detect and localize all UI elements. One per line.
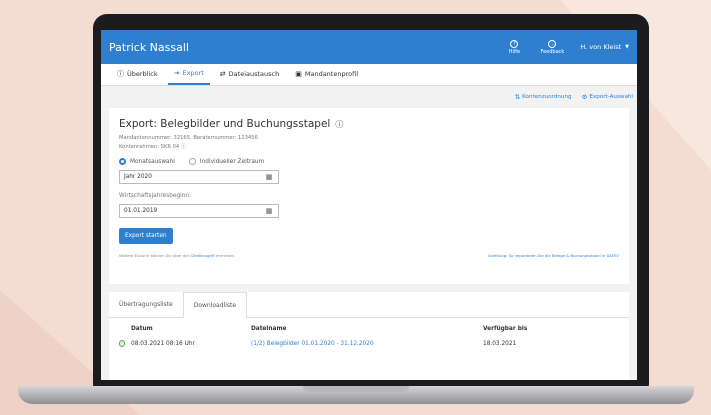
direktzugriff-link[interactable]: Direktzugriff	[191, 253, 215, 258]
top-bar: Patrick Nassall ? Hilfe … Feedback H. vo…	[101, 30, 637, 64]
export-arrow-icon: ⇥	[173, 69, 180, 77]
question-icon: ?	[510, 39, 519, 48]
export-start-button[interactable]: Export starten	[119, 228, 173, 244]
laptop-notch	[303, 386, 409, 392]
radio-selected-icon	[119, 158, 126, 165]
help-button[interactable]: ? Hilfe	[498, 39, 530, 55]
kontenrahmen-info-icon[interactable]: ⓘ	[181, 144, 186, 150]
card-footer: Weitere Exporte können Sie über den Dire…	[119, 253, 619, 258]
tab-label: Dateiaustausch	[228, 70, 280, 78]
mandant-info: Mandantennummer: 32165, Beraternummer: 1…	[119, 134, 619, 152]
speech-bubble-icon: …	[548, 39, 557, 48]
col-datum: Datum	[131, 326, 153, 332]
feedback-label: Feedback	[540, 48, 565, 55]
calendar-icon[interactable]: ▦	[260, 207, 278, 215]
info-circle-icon: ⓘ	[117, 70, 124, 78]
tab-ueberblick[interactable]: ⓘ Überblick	[111, 63, 164, 85]
mandant-line: Mandantennummer: 32165, Beraternummer: 1…	[119, 135, 258, 141]
info-icon[interactable]: ⓘ	[335, 119, 343, 130]
radio-label: Monatsauswahl	[130, 158, 175, 165]
anleitung-link[interactable]: Anleitung: So importieren Sie die Belege…	[488, 253, 619, 258]
caret-down-icon: ▼	[625, 44, 629, 50]
laptop-screen: Patrick Nassall ? Hilfe … Feedback H. vo…	[101, 30, 637, 380]
tab-downloadliste[interactable]: Downloadliste	[182, 292, 248, 318]
title-text: Export: Belegbilder und Buchungsstapel	[119, 118, 331, 130]
kontenzuordnung-link[interactable]: ⇅ Kontenzuordnung	[515, 93, 572, 101]
tab-uebertragungsliste[interactable]: Übertragungsliste	[109, 292, 183, 317]
page-title: Export: Belegbilder und Buchungsstapel ⓘ	[119, 118, 619, 130]
radio-unselected-icon	[188, 158, 196, 165]
check-circle-icon: ✓	[119, 340, 125, 347]
header-spacer	[119, 326, 131, 332]
download-panel: Übertragungsliste Downloadliste Datum Da…	[109, 292, 629, 380]
action-links: ⇅ Kontenzuordnung ⚙ Export-Auswahl	[101, 86, 637, 108]
exchange-arrows-icon: ⇄	[219, 70, 226, 78]
col-verfuegbar: Verfügbar bis	[483, 326, 528, 332]
footer-left: Weitere Exporte können Sie über den Dire…	[119, 253, 235, 258]
footer-left-prefix: Weitere Exporte können Sie über den	[119, 253, 190, 258]
row-status: ✓	[119, 340, 131, 347]
export-card: Export: Belegbilder und Buchungsstapel ⓘ…	[109, 108, 629, 284]
wj-label: Wirtschaftsjahresbeginn:	[119, 193, 192, 199]
user-menu[interactable]: H. von Kleist ▼	[580, 43, 629, 51]
tab-mandantenprofil[interactable]: ▣ Mandantenprofil	[289, 63, 364, 85]
kontenzuordnung-label: Kontenzuordnung	[522, 94, 572, 100]
radio-label: Individueller Zeitraum	[199, 158, 265, 165]
table-header: Datum Dateiname Verfügbar bis	[109, 326, 629, 332]
radio-monatsauswahl[interactable]: Monatsauswahl	[119, 158, 175, 165]
calendar-icon[interactable]: ▦	[260, 173, 278, 181]
tab-label: Export	[182, 69, 204, 77]
cell-verfuegbar: 18.03.2021	[483, 340, 517, 347]
export-auswahl-link[interactable]: ⚙ Export-Auswahl	[582, 93, 633, 101]
brand-name: Patrick Nassall	[109, 40, 189, 54]
tab-label: Überblick	[127, 70, 158, 78]
col-dateiname: Dateiname	[251, 326, 287, 332]
export-auswahl-label: Export-Auswahl	[589, 94, 633, 100]
kontenrahmen-text: Kontenrahmen: SKR 04	[119, 144, 180, 150]
wj-value: 01.01.2019	[124, 208, 158, 214]
period-radio-group: Monatsauswahl Individueller Zeitraum	[119, 158, 619, 165]
tab-label: Mandantenprofil	[304, 70, 358, 78]
feedback-button[interactable]: … Feedback	[536, 39, 568, 55]
main-tabs: ⓘ Überblick ⇥ Export ⇄ Dateiaustausch ▣ …	[101, 64, 637, 86]
year-value: Jahr 2020	[124, 174, 152, 180]
swap-icon: ⇅	[514, 93, 521, 101]
table-row: ✓ 08.03.2021 08:16 Uhr (1/2) Belegbilder…	[109, 340, 629, 347]
help-label: Hilfe	[508, 48, 521, 55]
download-tabs: Übertragungsliste Downloadliste	[109, 292, 629, 318]
user-name: H. von Kleist	[580, 43, 622, 51]
gear-icon: ⚙	[581, 93, 588, 101]
cell-dateiname-link[interactable]: (1/2) Belegbilder 01.01.2020 - 31.12.202…	[251, 341, 483, 347]
cell-datum: 08.03.2021 08:16 Uhr	[131, 340, 195, 347]
kontenrahmen-line: Kontenrahmen: SKR 04 ⓘ	[119, 143, 619, 152]
footer-left-suffix: erreichen.	[215, 253, 236, 258]
year-select[interactable]: Jahr 2020 ▦	[119, 170, 279, 184]
profile-card-icon: ▣	[295, 70, 302, 78]
radio-individueller-zeitraum[interactable]: Individueller Zeitraum	[188, 158, 265, 165]
tab-export[interactable]: ⇥ Export	[167, 63, 210, 85]
wj-date-field[interactable]: 01.01.2019 ▦	[119, 204, 279, 218]
tab-dateiaustausch[interactable]: ⇄ Dateiaustausch	[214, 63, 285, 85]
